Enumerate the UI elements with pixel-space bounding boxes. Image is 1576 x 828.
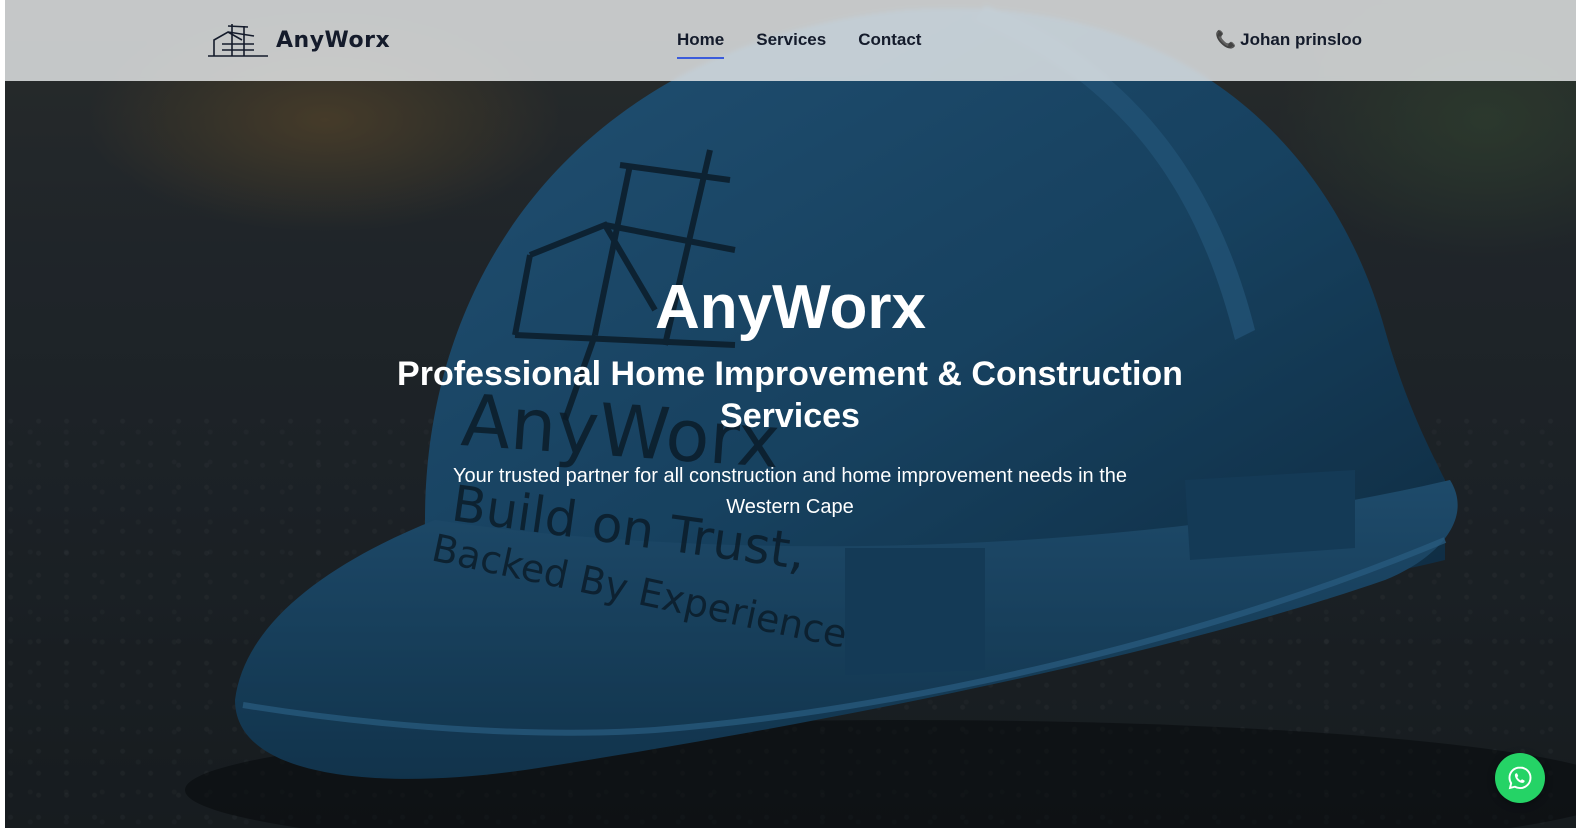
brand-name: AnyWorx xyxy=(276,27,391,53)
page: AnyWorx Build on Trust, Backed By Experi… xyxy=(5,0,1576,828)
hero-title: AnyWorx xyxy=(654,273,926,342)
nav-services[interactable]: Services xyxy=(756,30,826,50)
contact-phone-link[interactable]: 📞 Johan prinsloo xyxy=(1215,30,1362,50)
phone-icon: 📞 xyxy=(1215,30,1237,49)
scaffold-logo-icon xyxy=(208,24,268,57)
hero-subtitle: Professional Home Improvement & Construc… xyxy=(397,355,1183,435)
main-nav: Home Services Contact xyxy=(677,30,921,59)
brand-logo[interactable]: AnyWorx xyxy=(208,22,390,58)
nav-home[interactable]: Home xyxy=(677,30,725,59)
whatsapp-icon xyxy=(1508,766,1532,790)
hero-description: Your trusted partner for all constructio… xyxy=(452,465,1128,518)
whatsapp-button[interactable] xyxy=(1495,753,1545,803)
nav-contact[interactable]: Contact xyxy=(858,30,921,50)
contact-name: Johan prinsloo xyxy=(1240,30,1363,49)
site-header: AnyWorx Home Services Contact 📞 Johan pr… xyxy=(5,0,1576,81)
